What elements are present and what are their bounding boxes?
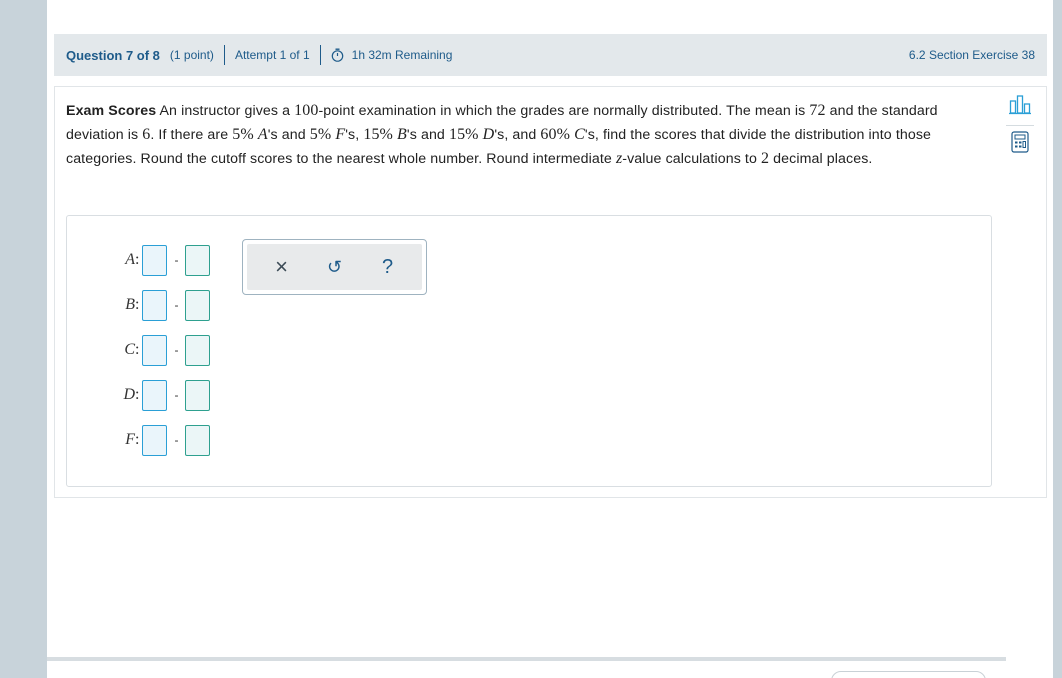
math-grade: B — [397, 126, 407, 143]
math-grade: F — [335, 126, 346, 143]
math-grade: C — [574, 126, 585, 143]
help-button[interactable]: ? — [373, 252, 403, 282]
math-percent: 15% — [448, 126, 479, 143]
section-reference: 6.2 Section Exercise 38 — [908, 48, 1035, 62]
range-dash: - — [174, 388, 179, 402]
math-grade: A — [257, 126, 268, 143]
c-lower-input[interactable] — [142, 334, 168, 366]
answer-area: A : - B : - C : - D : - F: - × ↺ ? — [66, 215, 992, 487]
side-tools — [1006, 93, 1034, 158]
row-label: D — [123, 386, 135, 403]
math-percent: 15% — [363, 126, 393, 143]
left-rail — [0, 0, 47, 678]
problem-title: Exam Scores — [66, 103, 157, 119]
calculator-button[interactable] — [1006, 130, 1034, 158]
math-percent: 5% — [232, 126, 254, 143]
math-grade: D — [482, 126, 495, 143]
problem-text-part: 's, and — [494, 127, 541, 143]
footer-divider — [47, 657, 1006, 661]
question-label: Question 7 of 8 — [66, 47, 160, 63]
a-lower-input[interactable] — [142, 244, 168, 276]
header-divider — [319, 45, 321, 65]
side-divider — [1006, 125, 1034, 126]
answer-row-c: C : - — [115, 334, 211, 366]
time-remaining: 1h 32m Remaining — [351, 48, 453, 62]
range-dash: - — [174, 298, 179, 312]
problem-text-part: An instructor gives a — [156, 103, 295, 119]
clear-button[interactable]: × — [267, 252, 297, 282]
problem-text-part: 's, — [345, 127, 364, 143]
row-colon: : — [135, 251, 140, 268]
d-lower-input[interactable] — [142, 379, 168, 411]
row-colon: : — [135, 341, 140, 358]
row-label: B — [125, 296, 135, 313]
bar-chart-icon — [1009, 94, 1031, 120]
math-mean: 72 — [809, 102, 826, 119]
math-percent: 60% — [540, 126, 571, 143]
close-icon: × — [275, 254, 288, 279]
math-percent: 5% — [309, 126, 332, 143]
undo-icon: ↺ — [326, 256, 343, 277]
range-dash: - — [174, 433, 179, 447]
problem-text-part: -value calculations to — [622, 151, 762, 167]
question-panel: Exam Scores An instructor gives a 100-po… — [54, 86, 1047, 498]
problem-text-part: . If there are — [150, 127, 233, 143]
answer-row-d: D : - — [115, 379, 211, 411]
f-upper-input[interactable] — [185, 424, 211, 456]
statistics-button[interactable] — [1006, 93, 1034, 121]
problem-text-part: 's and — [267, 127, 310, 143]
b-upper-input[interactable] — [185, 289, 211, 321]
a-upper-input[interactable] — [185, 244, 211, 276]
answer-row-a: A : - — [115, 244, 211, 276]
problem-text-part: decimal places. — [769, 151, 873, 167]
d-upper-input[interactable] — [185, 379, 211, 411]
problem-text-part: -point examination in which the grades a… — [318, 103, 810, 119]
header-divider — [223, 45, 225, 65]
math-value: 2 — [761, 150, 770, 167]
row-colon: : — [135, 296, 140, 313]
right-scrollbar[interactable] — [1053, 0, 1062, 678]
help-icon: ? — [381, 255, 394, 278]
c-upper-input[interactable] — [185, 334, 211, 366]
b-lower-input[interactable] — [142, 289, 168, 321]
row-label: F — [125, 431, 135, 448]
undo-button[interactable]: ↺ — [320, 252, 350, 282]
range-dash: - — [174, 343, 179, 357]
answer-row-f: F : - — [115, 424, 211, 456]
row-label: A — [125, 251, 135, 268]
answer-toolbar: × ↺ ? — [242, 239, 427, 295]
problem-text-part: 's and — [406, 127, 449, 143]
footer-button[interactable] — [831, 671, 986, 678]
attempt-label: Attempt 1 of 1 — [234, 48, 310, 62]
toolbar-buttons: × ↺ ? — [247, 244, 422, 290]
row-colon: : — [135, 386, 140, 403]
stopwatch-icon — [331, 48, 344, 62]
f-lower-input[interactable] — [142, 424, 168, 456]
question-points: (1 point) — [169, 48, 214, 62]
math-value: 100 — [294, 102, 319, 119]
row-colon: : — [135, 431, 140, 448]
range-dash: - — [174, 253, 179, 267]
problem-text: Exam Scores An instructor gives a 100-po… — [66, 99, 996, 171]
question-header: Question 7 of 8 (1 point) Attempt 1 of 1… — [54, 34, 1047, 76]
answer-row-b: B : - — [115, 289, 211, 321]
calculator-icon — [1011, 130, 1029, 158]
row-label: C — [124, 341, 135, 358]
